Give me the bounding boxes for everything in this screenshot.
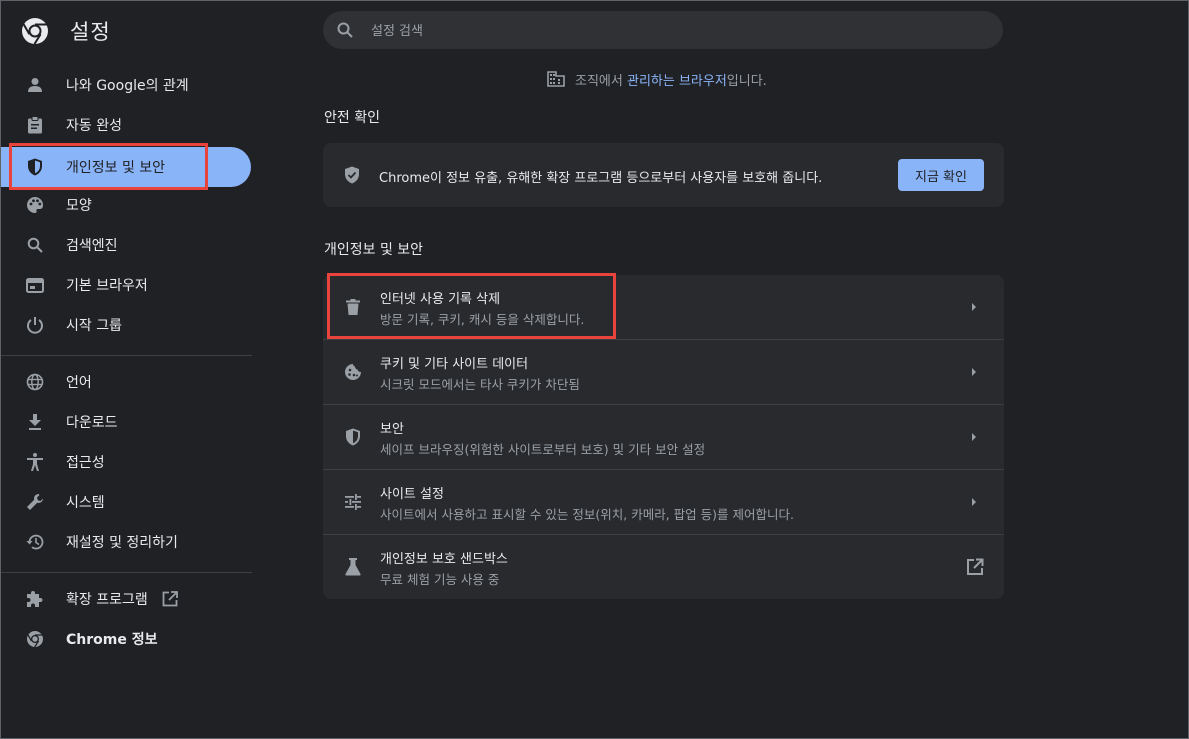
sidebar-item-label: 접근성: [66, 455, 105, 471]
restore-icon: [25, 532, 45, 552]
row-title: 보안: [380, 422, 404, 437]
sidebar-item-label: 재설정 및 정리하기: [66, 535, 178, 551]
security-row[interactable]: 보안 세이프 브라우징(위험한 사이트로부터 보호) 및 기타 보안 설정: [323, 405, 1004, 470]
sidebar-item-label: 검색엔진: [66, 238, 118, 254]
sidebar-divider: [1, 355, 252, 356]
shield-check-icon: [344, 166, 360, 184]
sidebar-item-extensions[interactable]: 확장 프로그램: [1, 579, 251, 619]
chevron-right-icon: [969, 366, 979, 378]
cookie-icon: [343, 362, 363, 382]
sidebar-item-search-engine[interactable]: 검색엔진: [1, 225, 251, 265]
sidebar-item-accessibility[interactable]: 접근성: [1, 442, 251, 482]
clear-browsing-data-row[interactable]: 인터넷 사용 기록 삭제 방문 기록, 쿠키, 캐시 등을 삭제합니다.: [323, 275, 1004, 340]
row-title: 쿠키 및 기타 사이트 데이터: [380, 357, 529, 372]
safety-check-card: Chrome이 정보 유출, 유해한 확장 프로그램 등으로부터 사용자를 보호…: [323, 143, 1004, 207]
sidebar-item-system[interactable]: 시스템: [1, 482, 251, 522]
sidebar-item-autofill[interactable]: 자동 완성: [1, 105, 251, 145]
managed-browser-notice: 조직에서 관리하는 브라우저 입니다.: [547, 69, 767, 89]
sidebar-item-label: 기본 브라우저: [66, 278, 148, 294]
shield-icon: [25, 157, 45, 177]
sidebar-item-about-chrome[interactable]: Chrome 정보: [1, 619, 251, 659]
row-title: 개인정보 보호 샌드박스: [380, 552, 508, 567]
clipboard-icon: [25, 115, 45, 135]
chevron-right-icon: [969, 301, 979, 313]
managed-prefix: 조직에서: [575, 73, 627, 89]
row-title: 사이트 설정: [380, 487, 444, 502]
puzzle-icon: [25, 589, 45, 609]
sidebar-item-privacy-security[interactable]: 개인정보 및 보안: [1, 147, 251, 187]
sidebar-item-label: 다운로드: [66, 415, 118, 431]
sidebar-item-on-startup[interactable]: 시작 그룹: [1, 305, 251, 345]
managed-browser-link[interactable]: 관리하는 브라우저: [627, 70, 727, 89]
cookies-row[interactable]: 쿠키 및 기타 사이트 데이터 시크릿 모드에서는 타사 쿠키가 차단됨: [323, 340, 1004, 405]
settings-search-box[interactable]: [323, 11, 1003, 51]
sidebar-item-label: Chrome 정보: [66, 632, 158, 648]
chevron-right-icon: [969, 496, 979, 508]
privacy-security-heading: 개인정보 및 보안: [324, 242, 424, 258]
sidebar-item-languages[interactable]: 언어: [1, 362, 251, 402]
building-icon: [547, 71, 565, 87]
flask-icon: [343, 557, 363, 577]
accessibility-icon: [25, 452, 45, 472]
globe-icon: [25, 372, 45, 392]
sidebar-nav: 나와 Google의 관계 자동 완성 개인정보 및 보안 모양 검색엔진 기본…: [1, 59, 256, 739]
sidebar-item-reset[interactable]: 재설정 및 정리하기: [1, 522, 251, 562]
sidebar-item-label: 시작 그룹: [66, 318, 122, 334]
row-subtitle: 세이프 브라우징(위험한 사이트로부터 보호) 및 기타 보안 설정: [380, 442, 706, 457]
palette-icon: [25, 195, 45, 215]
safety-check-heading: 안전 확인: [324, 110, 380, 126]
sidebar-item-default-browser[interactable]: 기본 브라우저: [1, 265, 251, 305]
managed-suffix: 입니다.: [726, 73, 767, 89]
row-subtitle: 방문 기록, 쿠키, 캐시 등을 삭제합니다.: [380, 312, 585, 327]
tune-icon: [343, 492, 363, 512]
sidebar-item-label: 확장 프로그램: [66, 592, 148, 608]
site-settings-row[interactable]: 사이트 설정 사이트에서 사용하고 표시할 수 있는 정보(위치, 카메라, 팝…: [323, 470, 1004, 535]
sidebar-item-label: 모양: [66, 198, 92, 214]
shield-icon: [343, 427, 363, 447]
sidebar-item-label: 언어: [66, 375, 92, 391]
page-title: 설정: [70, 20, 111, 44]
external-link-icon: [966, 558, 984, 576]
browser-window-icon: [25, 275, 45, 295]
search-icon: [337, 22, 353, 38]
search-input[interactable]: [369, 11, 973, 51]
sidebar-divider: [1, 572, 252, 573]
settings-header: 설정: [1, 1, 1188, 59]
external-link-icon: [162, 591, 178, 607]
sidebar-item-label: 자동 완성: [66, 118, 122, 134]
check-now-button[interactable]: 지금 확인: [898, 159, 984, 191]
sidebar-item-appearance[interactable]: 모양: [1, 185, 251, 225]
privacy-security-card: 인터넷 사용 기록 삭제 방문 기록, 쿠키, 캐시 등을 삭제합니다. 쿠키 …: [323, 275, 1004, 599]
wrench-icon: [25, 492, 45, 512]
sidebar-item-label: 나와 Google의 관계: [66, 78, 189, 94]
download-icon: [25, 412, 45, 432]
person-icon: [25, 75, 45, 95]
row-title: 인터넷 사용 기록 삭제: [380, 292, 501, 307]
sidebar-item-downloads[interactable]: 다운로드: [1, 402, 251, 442]
row-subtitle: 시크릿 모드에서는 타사 쿠키가 차단됨: [380, 377, 580, 392]
chrome-icon: [25, 629, 45, 649]
sidebar-item-label: 개인정보 및 보안: [66, 160, 166, 176]
chevron-right-icon: [969, 431, 979, 443]
sidebar-item-you-and-google[interactable]: 나와 Google의 관계: [1, 65, 251, 105]
search-icon: [25, 235, 45, 255]
chrome-logo-icon: [21, 17, 49, 45]
power-icon: [25, 315, 45, 335]
trash-icon: [343, 297, 363, 317]
privacy-sandbox-row[interactable]: 개인정보 보호 샌드박스 무료 체험 기능 사용 중: [323, 535, 1004, 600]
safety-check-description: Chrome이 정보 유출, 유해한 확장 프로그램 등으로부터 사용자를 보호…: [379, 171, 823, 186]
row-subtitle: 무료 체험 기능 사용 중: [380, 572, 500, 587]
sidebar-item-label: 시스템: [66, 495, 105, 511]
row-subtitle: 사이트에서 사용하고 표시할 수 있는 정보(위치, 카메라, 팝업 등)를 제…: [380, 507, 794, 522]
